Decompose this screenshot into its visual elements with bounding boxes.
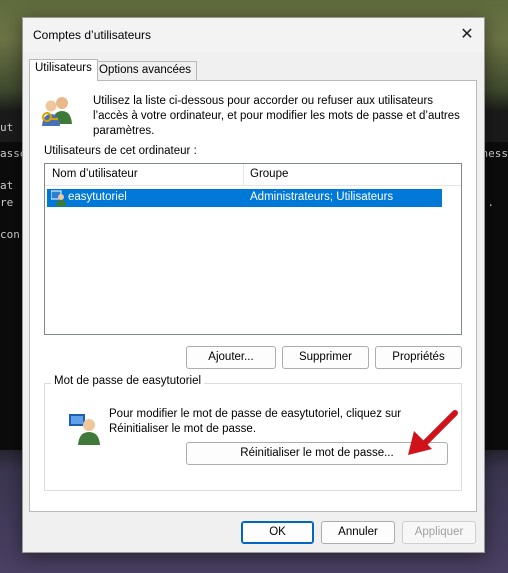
dialog-title: Comptes d’utilisateurs (33, 28, 152, 42)
intro-text: Utilisez la liste ci-dessous pour accord… (93, 95, 460, 137)
title-bar[interactable]: Comptes d’utilisateurs ✕ (23, 18, 484, 52)
tab-utilisateurs[interactable]: Utilisateurs (29, 59, 98, 81)
console-line: at (0, 179, 14, 192)
cancel-button[interactable]: Annuler (321, 521, 395, 544)
users-icon (42, 97, 72, 126)
user-row-icon (51, 190, 66, 206)
list-header: Nom d’utilisateur Groupe (45, 164, 461, 186)
users-list[interactable]: Nom d’utilisateur Groupe easytutoriel Ad… (44, 163, 462, 335)
tab-options-avancees[interactable]: Options avancées (93, 61, 198, 80)
column-separator[interactable] (243, 164, 244, 186)
password-group-title: Mot de passe de easytutoriel (51, 375, 205, 387)
console-line: con (0, 228, 20, 241)
add-button[interactable]: Ajouter... (186, 346, 276, 369)
row-username: easytutoriel (68, 191, 127, 203)
user-key-icon (69, 414, 100, 445)
properties-button[interactable]: Propriétés (375, 346, 462, 369)
user-accounts-dialog: Comptes d’utilisateurs ✕ Utilisateurs Op… (22, 17, 485, 553)
red-arrow (408, 410, 458, 455)
column-header-group[interactable]: Groupe (250, 168, 288, 180)
console-line: ut (0, 121, 14, 134)
row-group: Administrateurs; Utilisateurs (250, 191, 394, 203)
table-row[interactable]: easytutoriel Administrateurs; Utilisateu… (47, 189, 442, 207)
apply-button[interactable]: Appliquer (402, 521, 476, 544)
ok-button[interactable]: OK (241, 521, 314, 544)
list-caption: Utilisateurs de cet ordinateur : (44, 145, 197, 157)
console-line: . (487, 196, 494, 209)
column-header-username[interactable]: Nom d’utilisateur (52, 168, 138, 180)
close-icon[interactable]: ✕ (456, 24, 478, 46)
remove-button[interactable]: Supprimer (282, 346, 369, 369)
console-line: re (0, 196, 14, 209)
console-line: ness (481, 147, 508, 160)
